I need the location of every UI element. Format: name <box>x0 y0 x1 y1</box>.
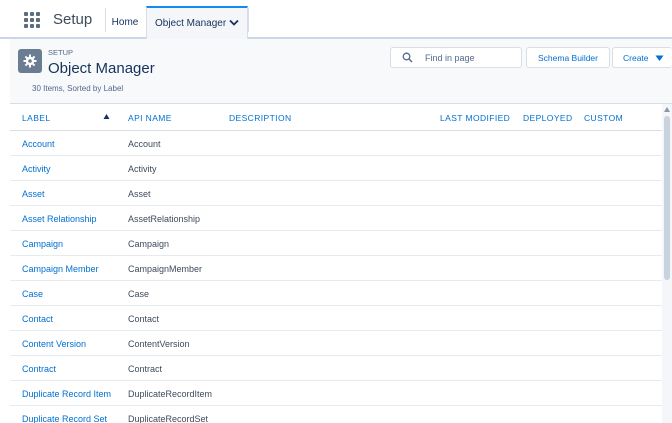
object-api-name: ContentVersion <box>128 339 190 349</box>
create-button[interactable]: Create <box>612 47 672 68</box>
table-header-row: LABEL API NAME DESCRIPTION LAST MODIFIED… <box>10 104 662 131</box>
objects-table: LABEL API NAME DESCRIPTION LAST MODIFIED… <box>10 103 672 423</box>
tab-object-manager-label: Object Manager <box>155 18 227 29</box>
nav-divider <box>248 8 249 32</box>
object-label-link[interactable]: Contract <box>22 364 56 374</box>
item-count-subtitle: 30 Items, Sorted by Label <box>32 84 124 93</box>
object-label-link[interactable]: Activity <box>22 164 51 174</box>
search-icon <box>402 52 413 63</box>
table-row: Contact Contact <box>10 306 662 331</box>
object-api-name: AssetRelationship <box>128 214 201 224</box>
object-api-name: Account <box>128 139 161 149</box>
object-label-link[interactable]: Asset <box>22 189 45 199</box>
column-header-last-modified[interactable]: LAST MODIFIED <box>440 113 510 123</box>
object-label-link[interactable]: Campaign Member <box>22 264 99 274</box>
column-header-deployed[interactable]: DEPLOYED <box>523 113 573 123</box>
object-label-link[interactable]: Campaign <box>22 239 63 249</box>
table-row: Activity Activity <box>10 156 662 181</box>
scroll-up-arrow-icon[interactable] <box>664 107 670 112</box>
column-header-api-name[interactable]: API NAME <box>128 113 172 123</box>
object-api-name: CampaignMember <box>128 264 203 274</box>
table-row: Content Version ContentVersion <box>10 331 662 356</box>
find-in-page-input[interactable]: Find in page <box>390 47 522 68</box>
object-label-link[interactable]: Duplicate Record Item <box>22 389 111 399</box>
object-label-link[interactable]: Case <box>22 289 43 299</box>
table-row: Case Case <box>10 281 662 306</box>
table-row: Duplicate Record Set DuplicateRecordSet <box>10 406 662 423</box>
caret-down-icon <box>655 55 664 61</box>
object-api-name: DuplicateRecordItem <box>128 389 213 399</box>
object-api-name: Contract <box>128 364 163 374</box>
table-row: Contract Contract <box>10 356 662 381</box>
object-api-name: Activity <box>128 164 157 174</box>
find-in-page-placeholder: Find in page <box>425 53 475 63</box>
page-header: SETUP Object Manager 30 Items, Sorted by… <box>10 39 672 103</box>
column-header-label[interactable]: LABEL <box>22 113 50 123</box>
table-row: Asset Asset <box>10 181 662 206</box>
page-title: Object Manager <box>48 60 155 77</box>
object-label-link[interactable]: Content Version <box>22 339 86 349</box>
object-api-name: Campaign <box>128 239 170 249</box>
table-row: Campaign Member CampaignMember <box>10 256 662 281</box>
tab-home[interactable]: Home <box>105 7 145 37</box>
app-name: Setup <box>53 11 93 28</box>
table-row: Campaign Campaign <box>10 231 662 256</box>
table-row: Asset Relationship AssetRelationship <box>10 206 662 231</box>
object-label-link[interactable]: Duplicate Record Set <box>22 414 107 423</box>
grid-9-dots-icon[interactable] <box>24 12 40 28</box>
sort-ascending-icon[interactable] <box>103 113 110 120</box>
object-api-name: Case <box>128 289 150 299</box>
object-api-name: Contact <box>128 314 160 324</box>
top-navigation-bar: Setup Home Object Manager <box>0 0 672 39</box>
setup-breadcrumb: SETUP <box>48 48 74 57</box>
scrollbar-thumb[interactable] <box>664 116 670 280</box>
table-row: Duplicate Record Item DuplicateRecordIte… <box>10 381 662 406</box>
gear-icon <box>18 49 42 73</box>
column-header-custom[interactable]: CUSTOM <box>584 113 623 123</box>
schema-builder-button[interactable]: Schema Builder <box>526 47 610 68</box>
object-api-name: DuplicateRecordSet <box>128 414 209 423</box>
create-button-label: Create <box>623 52 649 63</box>
object-label-link[interactable]: Contact <box>22 314 53 324</box>
object-label-link[interactable]: Account <box>22 139 55 149</box>
object-label-link[interactable]: Asset Relationship <box>22 214 97 224</box>
column-header-description[interactable]: DESCRIPTION <box>229 113 292 123</box>
tab-object-manager[interactable]: Object Manager <box>146 6 248 39</box>
chevron-down-icon[interactable] <box>229 19 239 27</box>
table-row: Account Account <box>10 131 662 156</box>
object-api-name: Asset <box>128 189 151 199</box>
